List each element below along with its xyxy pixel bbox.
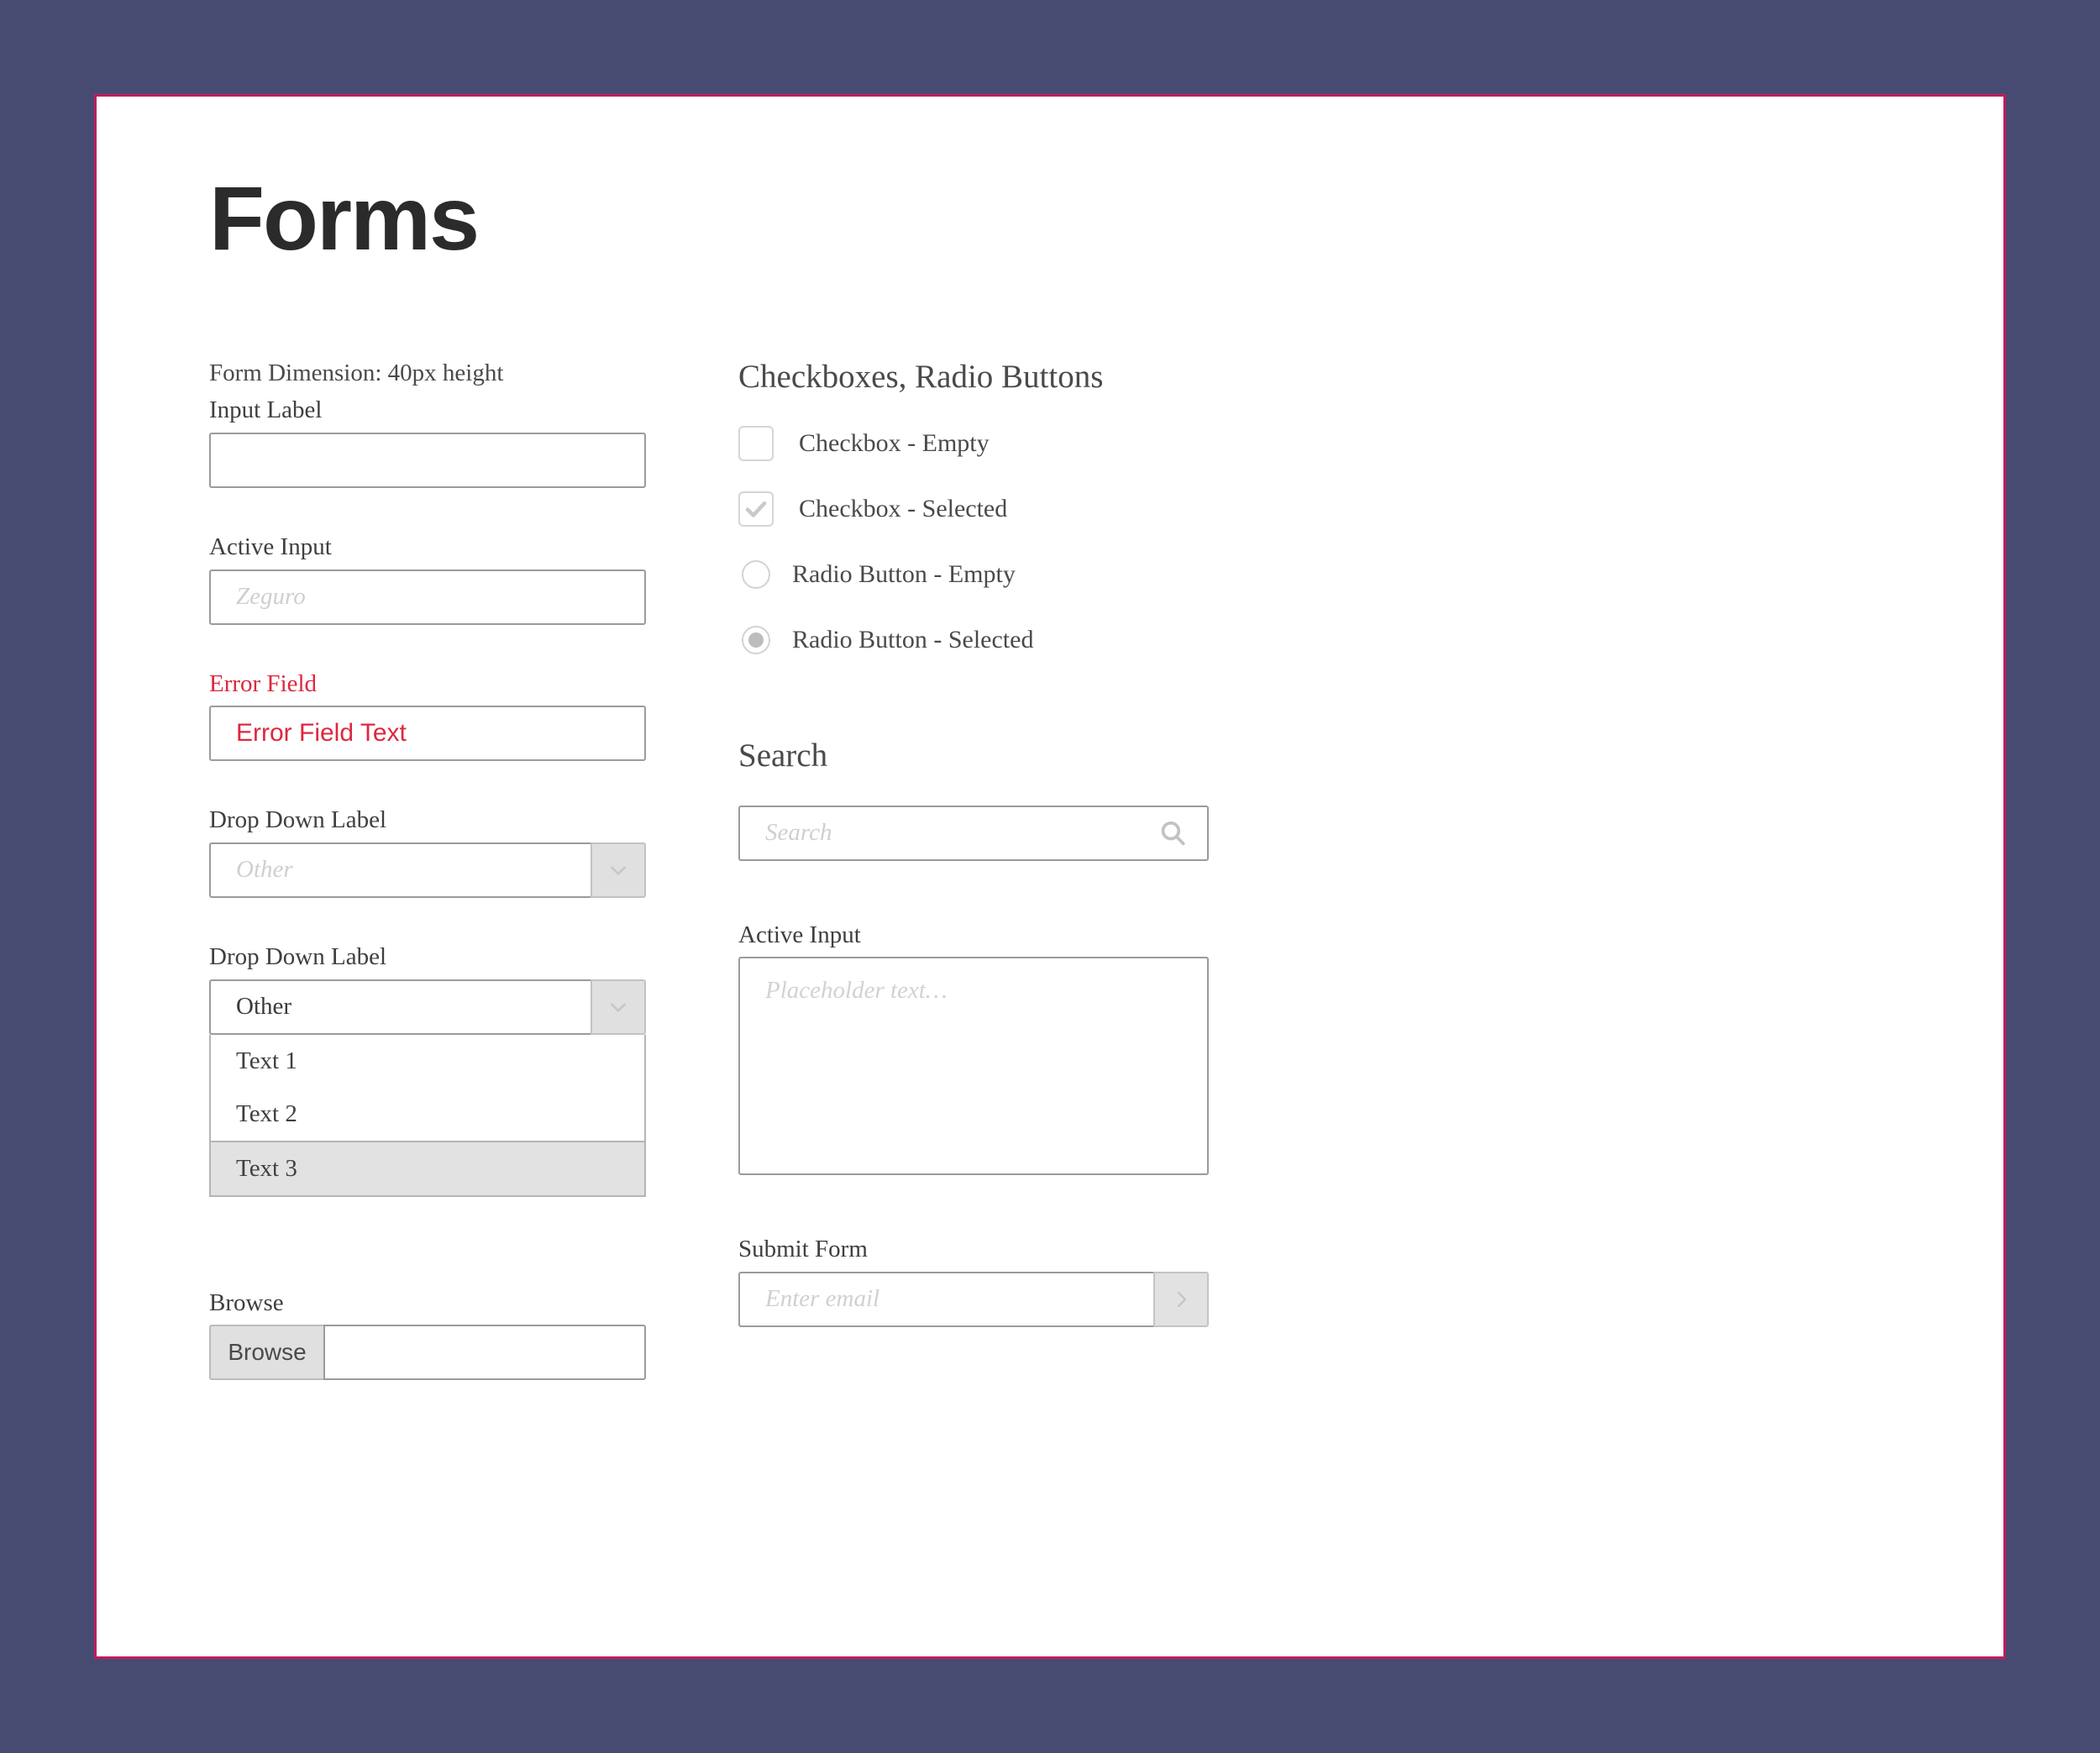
textarea-placeholder: Placeholder text… <box>765 977 948 1005</box>
active-text-input[interactable]: Zeguro <box>209 569 646 625</box>
active-input-label: Active Input <box>209 533 332 560</box>
dropdown-option-list: Text 1 Text 2 Text 3 <box>209 1034 646 1197</box>
dropdown-empty-toggle[interactable] <box>591 842 646 898</box>
input-label-field-group: Input Label <box>209 395 646 488</box>
radio-selected-row[interactable]: Radio Button - Selected <box>738 623 1209 657</box>
submit-form-label: Submit Form <box>738 1236 868 1263</box>
checkbox-selected-box[interactable] <box>738 491 774 527</box>
error-field-label: Error Field <box>209 669 318 697</box>
submit-form-group: Submit Form Enter email <box>738 1234 1209 1327</box>
check-icon <box>745 501 767 517</box>
browse-control: Browse <box>209 1325 646 1381</box>
search-input[interactable]: Search <box>738 805 1209 861</box>
dropdown-open-toggle[interactable] <box>591 979 646 1035</box>
search-heading: Search <box>738 737 828 774</box>
chevron-down-icon <box>611 1003 626 1012</box>
checkbox-selected-label: Checkbox - Selected <box>799 494 1008 522</box>
submit-button[interactable] <box>1153 1271 1209 1327</box>
checkbox-empty-row[interactable]: Checkbox - Empty <box>738 425 1209 461</box>
dropdown-open[interactable]: Other <box>209 979 646 1035</box>
browse-button[interactable]: Browse <box>209 1325 323 1381</box>
radio-empty-circle[interactable] <box>742 559 770 589</box>
choices-heading: Checkboxes, Radio Buttons <box>738 359 1104 395</box>
form-dimension-note: Form Dimension: 40px height <box>209 360 504 386</box>
checkbox-empty-label: Checkbox - Empty <box>799 428 990 457</box>
browse-field-group: Browse Browse <box>209 1288 646 1381</box>
browse-filename-field[interactable] <box>323 1325 646 1381</box>
dropdown-empty-label: Drop Down Label <box>209 806 387 834</box>
left-form-column: Form Dimension: 40px height Input Label … <box>209 357 646 1424</box>
right-form-column: Checkboxes, Radio Buttons Checkbox - Emp… <box>738 357 1209 1327</box>
dropdown-empty-display[interactable]: Other <box>209 842 591 898</box>
dropdown-open-value: Other <box>236 993 292 1021</box>
dropdown-open-display[interactable]: Other <box>209 979 591 1035</box>
forms-page-card: Forms Form Dimension: 40px height Input … <box>94 94 2006 1659</box>
search-icon[interactable] <box>1158 819 1187 848</box>
radio-empty-label: Radio Button - Empty <box>792 559 1016 588</box>
dropdown-option[interactable]: Text 2 <box>211 1088 644 1141</box>
checkbox-selected-row[interactable]: Checkbox - Selected <box>738 491 1209 527</box>
radio-selected-circle[interactable] <box>742 625 770 654</box>
email-input-placeholder: Enter email <box>765 1285 880 1313</box>
chevron-right-icon <box>1177 1291 1187 1307</box>
dropdown-option[interactable]: Text 3 <box>211 1140 644 1195</box>
dropdown-open-label: Drop Down Label <box>209 942 387 970</box>
error-field-group: Error Field Error Field Text <box>209 669 646 762</box>
radio-empty-row[interactable]: Radio Button - Empty <box>738 558 1209 591</box>
search-input-placeholder: Search <box>765 819 832 846</box>
textarea-input[interactable]: Placeholder text… <box>738 957 1209 1176</box>
checkbox-empty-box[interactable] <box>738 425 774 461</box>
email-input[interactable]: Enter email <box>738 1271 1153 1327</box>
browse-label: Browse <box>209 1289 284 1316</box>
dropdown-open-group: Drop Down Label Other Text 1 Text 2 Text… <box>209 942 646 1197</box>
dropdown-empty-group: Drop Down Label Other <box>209 805 646 898</box>
active-input-field-group: Active Input Zeguro <box>209 532 646 625</box>
page-title: Forms <box>209 167 480 269</box>
radio-selected-dot <box>748 632 764 648</box>
dropdown-empty-placeholder: Other <box>236 856 293 884</box>
dropdown-empty[interactable]: Other <box>209 842 646 898</box>
dropdown-option[interactable]: Text 1 <box>211 1035 644 1088</box>
basic-text-input[interactable] <box>209 432 646 488</box>
chevron-down-icon <box>611 866 626 875</box>
error-text-input-value: Error Field Text <box>236 719 407 748</box>
textarea-group: Active Input Placeholder text… <box>738 920 1209 1176</box>
search-control: Search <box>738 805 1209 861</box>
radio-selected-label: Radio Button - Selected <box>792 625 1034 653</box>
input-label: Input Label <box>209 396 323 424</box>
textarea-label: Active Input <box>738 921 861 948</box>
submit-form-control: Enter email <box>738 1271 1209 1327</box>
error-text-input[interactable]: Error Field Text <box>209 706 646 762</box>
active-text-input-placeholder: Zeguro <box>236 583 306 611</box>
